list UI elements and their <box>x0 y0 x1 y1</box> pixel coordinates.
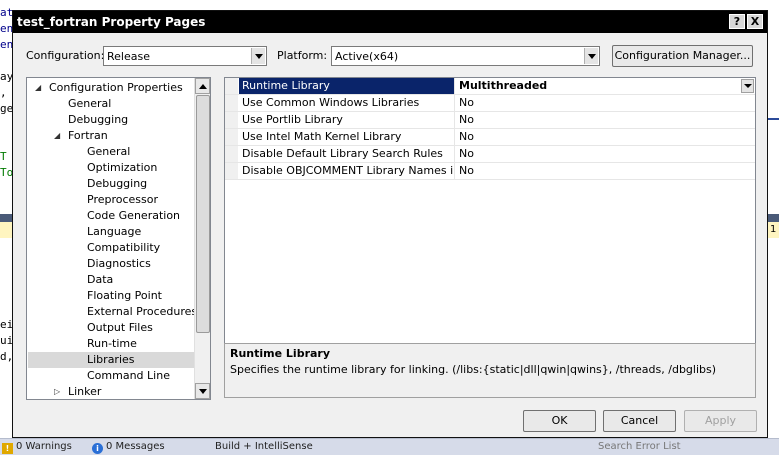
tree-item-fortran[interactable]: Fortran <box>68 128 108 144</box>
property-value[interactable]: No <box>456 146 755 162</box>
expand-triangle-icon[interactable]: ◢ <box>54 131 60 140</box>
chevron-down-icon <box>584 48 598 64</box>
property-name: Use Common Windows Libraries <box>239 95 455 111</box>
tree-item-linker[interactable]: Linker <box>68 384 101 399</box>
description-panel: Runtime Library Specifies the runtime li… <box>224 343 756 398</box>
apply-button[interactable]: Apply <box>684 410 757 432</box>
help-button[interactable]: ? <box>729 14 745 29</box>
property-name: Runtime Library <box>239 78 455 94</box>
property-value[interactable]: No <box>456 95 755 111</box>
configuration-manager-button[interactable]: Configuration Manager... <box>612 45 753 67</box>
cancel-button[interactable]: Cancel <box>603 410 676 432</box>
tree-item-general[interactable]: General <box>68 96 111 112</box>
collapse-triangle-icon[interactable]: ▷ <box>54 387 60 396</box>
property-row[interactable]: Use Portlib Library No <box>225 112 755 129</box>
tree-item-language[interactable]: Language <box>87 224 141 240</box>
tree-item-general[interactable]: General <box>87 144 130 160</box>
description-title: Runtime Library <box>230 347 331 360</box>
property-row[interactable]: Use Common Windows Libraries No <box>225 95 755 112</box>
ide-line-marker: 1 <box>770 224 777 235</box>
tree-item-optimization[interactable]: Optimization <box>87 160 157 176</box>
chevron-down-icon <box>251 48 265 64</box>
ok-button[interactable]: OK <box>523 410 596 432</box>
property-value[interactable]: No <box>456 163 755 179</box>
chevron-down-icon[interactable] <box>741 79 754 93</box>
tree-item-output-files[interactable]: Output Files <box>87 320 153 336</box>
configuration-label: Configuration: <box>26 49 105 62</box>
info-icon: i <box>92 443 103 454</box>
tree-scrollbar[interactable] <box>194 78 210 399</box>
tree-item-floating-point[interactable]: Floating Point <box>87 288 162 304</box>
property-row[interactable]: Disable OBJCOMMENT Library Names in Obje… <box>225 163 755 180</box>
dialog-title: test_fortran Property Pages <box>17 15 206 29</box>
ide-blue-line <box>768 118 779 120</box>
ide-error-list-toolbar: ! 0 Warnings i0 Messages Build + IntelliS… <box>0 438 779 455</box>
tree-item-diagnostics[interactable]: Diagnostics <box>87 256 151 272</box>
tree-item-command-line[interactable]: Command Line <box>87 368 170 384</box>
row-gutter <box>225 146 238 162</box>
property-name: Use Portlib Library <box>239 112 455 128</box>
description-text: Specifies the runtime library for linkin… <box>230 363 717 376</box>
tree-item-run-time[interactable]: Run-time <box>87 336 137 352</box>
code-fragment: T <box>0 150 7 163</box>
row-gutter <box>225 163 238 179</box>
property-name: Use Intel Math Kernel Library <box>239 129 455 145</box>
property-tree: ◢ Configuration Properties General Debuggin… <box>26 77 211 400</box>
row-gutter <box>225 95 238 111</box>
tree-item-configuration-properties[interactable]: Configuration Properties <box>49 80 183 96</box>
property-value[interactable]: Multithreaded <box>456 78 755 94</box>
property-name: Disable Default Library Search Rules <box>239 146 455 162</box>
close-button[interactable]: X <box>747 14 763 29</box>
tree-item-external-procedures[interactable]: External Procedures <box>87 304 197 320</box>
tree-item-debugging[interactable]: Debugging <box>87 176 147 192</box>
property-pages-dialog: test_fortran Property Pages ? X Configur… <box>12 10 768 438</box>
search-error-list-input[interactable]: Search Error List <box>598 440 681 454</box>
messages-filter[interactable]: i0 Messages <box>92 440 165 454</box>
property-grid: Runtime Library Multithreaded Use Common W… <box>224 77 756 348</box>
row-gutter <box>225 78 238 94</box>
property-name: Disable OBJCOMMENT Library Names in Obje… <box>239 163 455 179</box>
configuration-select[interactable]: Release <box>103 46 267 66</box>
property-value[interactable]: No <box>456 112 755 128</box>
configuration-value: Release <box>107 50 150 63</box>
property-row[interactable]: Use Intel Math Kernel Library No <box>225 129 755 146</box>
tree-item-libraries[interactable]: Libraries <box>28 352 194 368</box>
tree-item-debugging[interactable]: Debugging <box>68 112 128 128</box>
row-gutter <box>225 129 238 145</box>
scroll-down-icon[interactable] <box>195 383 210 399</box>
platform-select[interactable]: Active(x64) <box>331 46 600 66</box>
warnings-filter[interactable]: ! 0 Warnings <box>2 440 72 454</box>
platform-value: Active(x64) <box>335 50 399 63</box>
ide-toolbar-band-right <box>768 214 779 222</box>
build-filter-dropdown[interactable]: Build + IntelliSense <box>215 440 361 454</box>
scroll-thumb[interactable] <box>196 95 210 333</box>
warning-icon: ! <box>2 443 13 454</box>
scroll-up-icon[interactable] <box>195 78 210 94</box>
tree-item-data[interactable]: Data <box>87 272 113 288</box>
tree-item-preprocessor[interactable]: Preprocessor <box>87 192 158 208</box>
ide-highlight-left <box>0 222 12 238</box>
platform-label: Platform: <box>277 49 328 62</box>
tree-item-compatibility[interactable]: Compatibility <box>87 240 160 256</box>
property-row[interactable]: Disable Default Library Search Rules No <box>225 146 755 163</box>
dialog-titlebar: test_fortran Property Pages ? X <box>13 11 767 33</box>
code-fragment: , <box>0 86 7 99</box>
expand-triangle-icon[interactable]: ◢ <box>35 83 41 92</box>
row-gutter <box>225 112 238 128</box>
property-value[interactable]: No <box>456 129 755 145</box>
property-row[interactable]: Runtime Library Multithreaded <box>225 78 755 95</box>
tree-item-code-generation[interactable]: Code Generation <box>87 208 180 224</box>
